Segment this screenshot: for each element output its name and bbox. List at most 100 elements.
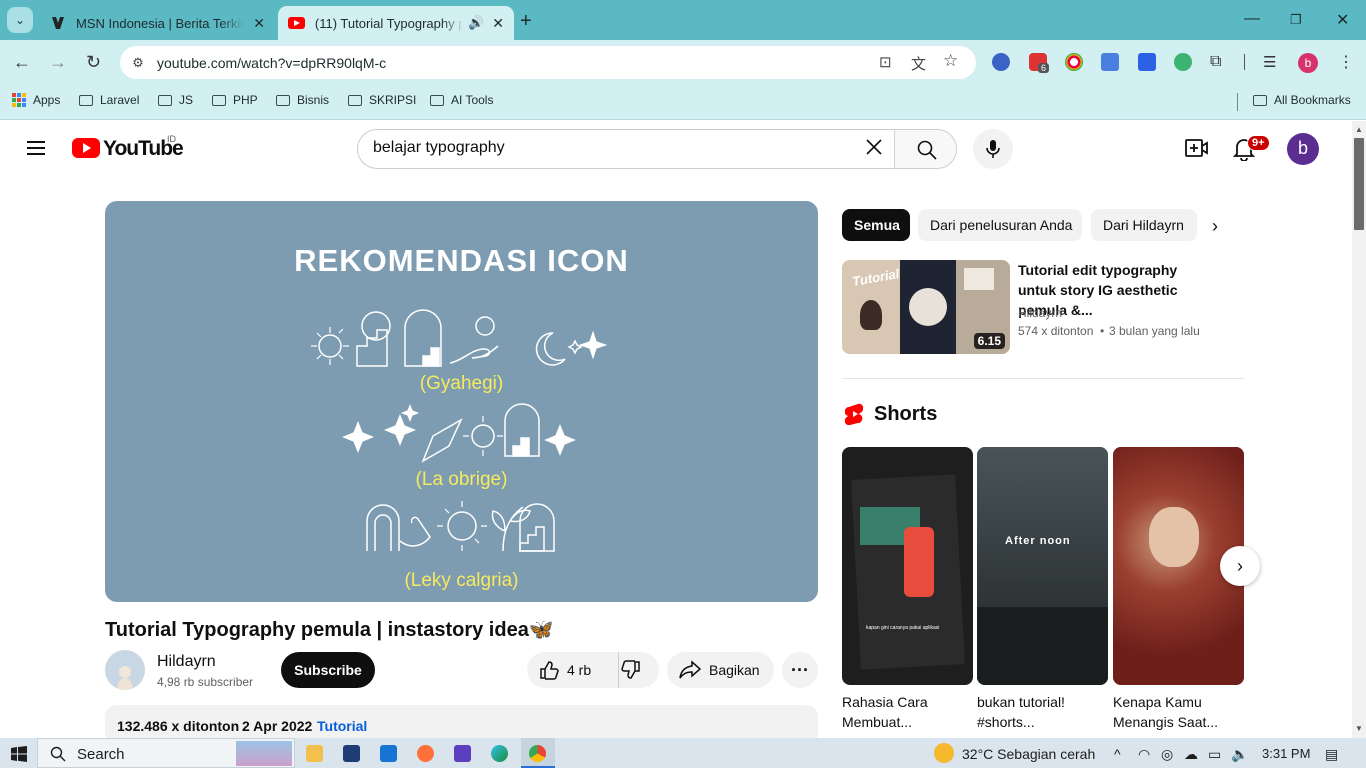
translate-icon[interactable]: 文 <box>911 53 926 74</box>
recommended-channel[interactable]: Hildayrn <box>1018 306 1062 320</box>
bookmark-apps[interactable]: Apps <box>12 93 60 107</box>
restore-icon[interactable]: ❐ <box>1290 12 1302 28</box>
mail-icon[interactable] <box>380 745 397 762</box>
channel-name[interactable]: Hildayrn <box>157 653 216 671</box>
hashtag-link[interactable]: Tutorial <box>317 718 367 734</box>
install-app-icon[interactable]: ⊡ <box>879 53 892 71</box>
folder-icon <box>276 94 290 106</box>
youtube-favicon-icon <box>288 17 305 29</box>
tab-youtube[interactable]: (11) Tutorial Typography pe 🔊 ✕ <box>278 6 514 40</box>
country-code: ID <box>167 134 176 144</box>
clock-time[interactable]: 3:31 PM <box>1262 746 1310 761</box>
audio-playing-icon[interactable]: 🔊 <box>468 15 484 31</box>
store-icon[interactable] <box>343 745 360 762</box>
media-controls-icon[interactable]: ☰ <box>1263 53 1276 71</box>
short-card[interactable]: After noon <box>977 447 1108 685</box>
short-card[interactable]: kapan gini caranya pakai aplikasi <box>842 447 973 685</box>
chevron-right-icon[interactable]: › <box>1212 216 1218 237</box>
minimize-icon[interactable]: — <box>1244 10 1260 28</box>
url-text[interactable]: youtube.com/watch?v=dpRR90lqM-c <box>157 55 386 71</box>
msn-icon <box>50 15 66 31</box>
close-window-icon[interactable]: ✕ <box>1336 10 1349 30</box>
more-actions-icon[interactable]: ··· <box>782 652 818 688</box>
share-button[interactable]: Bagikan <box>667 652 774 688</box>
battery-icon[interactable]: ▭ <box>1208 746 1221 763</box>
notifications-icon[interactable]: ▤ <box>1325 746 1338 763</box>
forward-icon[interactable]: → <box>49 52 67 73</box>
windows-start-icon[interactable] <box>11 746 27 767</box>
new-tab-icon[interactable]: + <box>520 10 532 33</box>
camera-icon[interactable]: ◎ <box>1161 746 1173 763</box>
profile-avatar[interactable]: b <box>1298 53 1318 73</box>
bookmark-folder-laravel[interactable]: Laravel <box>79 93 139 107</box>
menu-icon[interactable] <box>27 141 45 155</box>
back-icon[interactable]: ← <box>13 52 31 73</box>
shorts-next-button[interactable]: › <box>1220 546 1260 586</box>
folder-icon <box>158 94 172 106</box>
wifi-icon[interactable]: ◠ <box>1138 746 1150 763</box>
weather-text[interactable]: 32°C Sebagian cerah <box>962 746 1095 762</box>
bookmark-folder-bisnis[interactable]: Bisnis <box>276 93 329 107</box>
bookmark-folder-skripsi[interactable]: SKRIPSI <box>348 93 416 107</box>
all-bookmarks[interactable]: All Bookmarks <box>1253 93 1351 107</box>
page-scrollbar[interactable]: ▲ ▼ <box>1352 121 1366 738</box>
close-tab-icon[interactable]: ✕ <box>253 15 265 32</box>
volume-icon[interactable]: 🔈 <box>1231 746 1248 763</box>
like-dislike-group: 4 rb <box>527 652 659 688</box>
chip-all[interactable]: Semua <box>842 209 910 241</box>
scroll-down-icon[interactable]: ▼ <box>1355 724 1363 733</box>
clear-search-icon[interactable] <box>864 136 884 164</box>
tab-search-button[interactable]: ⌄ <box>7 7 33 33</box>
youtube-logo-icon[interactable] <box>72 138 100 158</box>
chip-from-search[interactable]: Dari penelusuran Anda <box>918 209 1082 241</box>
edge-icon[interactable] <box>491 745 508 762</box>
like-button[interactable]: 4 rb <box>527 652 619 688</box>
notification-count-badge: 9+ <box>1247 135 1270 151</box>
reload-icon[interactable]: ↻ <box>86 52 101 73</box>
docs-extension-icon[interactable] <box>1101 53 1119 71</box>
tab-msn[interactable]: MSN Indonesia | Berita Terkini I ✕ <box>40 6 275 40</box>
chrome-menu-icon[interactable]: ⋮ <box>1338 52 1354 72</box>
taskbar-search[interactable]: Search <box>37 738 295 768</box>
video-player[interactable]: REKOMENDASI ICON (Gyahegi) (La obrige) (… <box>105 201 818 602</box>
bookmark-folder-php[interactable]: PHP <box>212 93 258 107</box>
bookmark-folder-js[interactable]: JS <box>158 93 193 107</box>
bookmark-star-icon[interactable]: ☆ <box>943 51 958 71</box>
extension-1-icon[interactable] <box>992 53 1010 71</box>
scroll-up-icon[interactable]: ▲ <box>1355 125 1363 134</box>
chevron-up-icon[interactable]: ^ <box>1114 746 1121 762</box>
weather-icon[interactable] <box>934 743 954 763</box>
thumbs-up-icon <box>540 661 559 680</box>
extension-6-icon[interactable] <box>1174 53 1192 71</box>
address-bar[interactable]: ⚙ youtube.com/watch?v=dpRR90lqM-c ⊡ 文 ☆ <box>120 46 976 79</box>
voice-search-button[interactable] <box>973 129 1013 169</box>
search-input[interactable] <box>373 139 853 157</box>
site-settings-icon[interactable]: ⚙ <box>128 53 148 73</box>
youtube-header: YouTube ID 9+ b <box>0 121 1352 177</box>
cloud-icon[interactable]: ☁ <box>1184 746 1198 763</box>
like-count: 4 rb <box>567 662 592 678</box>
short-title[interactable]: Kenapa Kamu Menangis Saat... <box>1113 692 1241 732</box>
short-title[interactable]: Rahasia Cara Membuat... <box>842 692 970 732</box>
extensions-puzzle-icon[interactable]: ⧉ <box>1210 53 1221 71</box>
scrollbar-thumb[interactable] <box>1354 138 1364 230</box>
firefox-icon[interactable] <box>417 745 434 762</box>
folder-icon <box>430 94 444 106</box>
search-button[interactable] <box>894 130 956 168</box>
chrome-taskbar-button[interactable] <box>521 738 555 768</box>
dislike-button[interactable] <box>619 652 659 688</box>
subscribe-button[interactable]: Subscribe <box>281 652 375 688</box>
app-icon[interactable] <box>454 745 471 762</box>
create-video-icon[interactable] <box>1185 138 1209 163</box>
file-explorer-icon[interactable] <box>306 745 323 762</box>
color-picker-icon[interactable] <box>1065 53 1083 71</box>
account-avatar[interactable]: b <box>1287 133 1319 165</box>
search-box[interactable] <box>357 129 957 169</box>
close-tab-icon[interactable]: ✕ <box>492 15 504 32</box>
bookmark-folder-ai-tools[interactable]: AI Tools <box>430 93 493 107</box>
chip-from-channel[interactable]: Dari Hildayrn <box>1091 209 1197 241</box>
recommended-thumbnail[interactable]: Tutorial 6.15 <box>842 260 1010 354</box>
short-title[interactable]: bukan tutorial! #shorts... <box>977 692 1105 732</box>
channel-avatar[interactable] <box>105 650 145 690</box>
extension-5-icon[interactable] <box>1138 53 1156 71</box>
